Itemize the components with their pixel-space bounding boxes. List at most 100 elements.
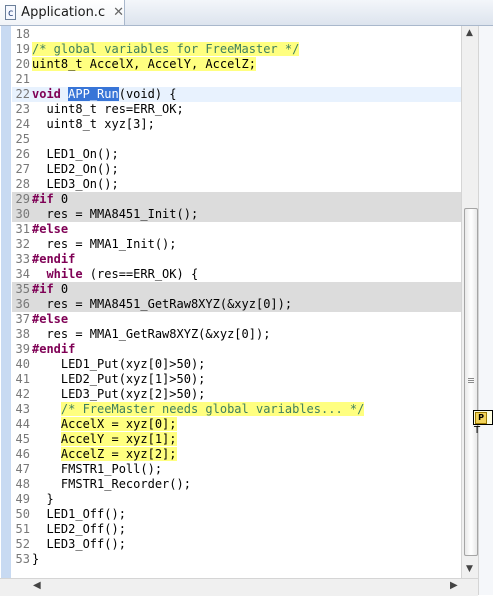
code-line[interactable]: 43 /* FreeMaster needs global variables.… xyxy=(12,402,461,417)
line-number: 38 xyxy=(15,327,30,341)
line-number: 24 xyxy=(15,117,30,131)
code-text: LED2_Put(xyz[1]>50); xyxy=(32,372,206,386)
code-text: #else xyxy=(32,312,69,326)
code-line[interactable]: 46 AccelZ = xyz[2]; xyxy=(12,447,461,462)
code-line[interactable]: 18 xyxy=(12,27,461,42)
scroll-left-icon[interactable]: ◀ xyxy=(33,580,41,591)
code-text: while (res==ERR_OK) { xyxy=(46,267,199,281)
line-number: 33 xyxy=(15,252,30,266)
line-number: 43 xyxy=(15,402,30,416)
code-line[interactable]: 26 LED1_On(); xyxy=(12,147,461,162)
code-line[interactable]: 19/* global variables for FreeMaster */ xyxy=(12,42,461,57)
hover-tooltip: PT xyxy=(473,410,493,436)
code-line[interactable]: 29 #if 0 xyxy=(12,192,461,207)
code-editor[interactable]: 18 19/* global variables for FreeMaster *… xyxy=(0,26,461,578)
scroll-down-icon[interactable]: ▼ xyxy=(466,564,473,574)
line-number: 30 xyxy=(15,207,30,221)
code-line[interactable]: 52 LED3_Off(); xyxy=(12,537,461,552)
code-line[interactable]: 49 } xyxy=(12,492,461,507)
line-number: 45 xyxy=(15,432,30,446)
code-line[interactable]: 40 LED1_Put(xyz[0]>50); xyxy=(12,357,461,372)
code-line[interactable]: 23 uint8_t res=ERR_OK; xyxy=(12,102,461,117)
code-text: #if 0 xyxy=(32,282,69,296)
line-number: 19 xyxy=(15,42,30,56)
code-text: void APP_Run(void) { xyxy=(32,87,177,101)
line-number: 29 xyxy=(15,192,30,206)
code-line[interactable]: 42 LED3_Put(xyz[2]>50); xyxy=(12,387,461,402)
code-text: LED1_Put(xyz[0]>50); xyxy=(32,357,206,371)
code-line[interactable]: 37 #else xyxy=(12,312,461,327)
line-number: 35 xyxy=(15,282,30,296)
line-number: 18 xyxy=(15,27,30,41)
code-text: FMSTR1_Poll(); xyxy=(32,462,163,476)
code-text: #else xyxy=(32,222,69,236)
change-ruler-band xyxy=(1,26,11,578)
code-text: uint8_t AccelX, AccelY, AccelZ; xyxy=(32,57,256,71)
code-line[interactable]: 48 FMSTR1_Recorder(); xyxy=(12,477,461,492)
code-lines[interactable]: 18 19/* global variables for FreeMaster *… xyxy=(12,26,461,578)
code-text: FMSTR1_Recorder(); xyxy=(32,477,191,491)
line-number: 49 xyxy=(15,492,30,506)
code-text: LED2_Off(); xyxy=(32,522,126,536)
code-line[interactable]: 31 #else xyxy=(12,222,461,237)
code-line[interactable]: 53} xyxy=(12,552,461,567)
code-text: } xyxy=(32,552,40,566)
line-number: 42 xyxy=(15,387,30,401)
line-number: 23 xyxy=(15,102,30,116)
code-line[interactable]: 22 void APP_Run(void) { xyxy=(12,87,461,102)
code-text: #if 0 xyxy=(32,192,69,206)
line-number: 31 xyxy=(15,222,30,236)
code-line[interactable]: 30 res = MMA8451_Init(); xyxy=(12,207,461,222)
code-line[interactable]: 45 AccelY = xyz[1]; xyxy=(12,432,461,447)
code-text: LED1_Off(); xyxy=(32,507,126,521)
tab-label: Application.c xyxy=(21,5,106,20)
code-line[interactable]: 20 uint8_t AccelX, AccelY, AccelZ; xyxy=(12,57,461,72)
code-text: /* FreeMaster needs global variables... … xyxy=(60,402,365,416)
vertical-scroll-thumb[interactable] xyxy=(464,208,478,556)
horizontal-scrollbar[interactable]: ◀ ▶ xyxy=(0,578,478,596)
selected-identifier[interactable]: APP_Run xyxy=(68,87,119,101)
scroll-right-icon[interactable]: ▶ xyxy=(450,580,458,591)
grip-line xyxy=(468,378,474,379)
line-number: 32 xyxy=(15,237,30,251)
p-icon: P xyxy=(475,412,487,424)
tab-application-c[interactable]: c Application.c ✕ xyxy=(0,0,125,25)
code-line[interactable]: 28 LED3_On(); xyxy=(12,177,461,192)
line-number: 39 xyxy=(15,342,30,356)
code-line[interactable]: 21 xyxy=(12,72,461,87)
editor-tab-bar: c Application.c ✕ xyxy=(0,0,493,26)
code-text: #endif xyxy=(32,252,76,266)
code-text: res = MMA1_GetRaw8XYZ(&xyz[0]); xyxy=(32,327,271,341)
code-line[interactable]: 50 LED1_Off(); xyxy=(12,507,461,522)
code-line[interactable]: 41 LED2_Put(xyz[1]>50); xyxy=(12,372,461,387)
line-number: 25 xyxy=(15,132,30,146)
line-number: 28 xyxy=(15,177,30,191)
line-number: 27 xyxy=(15,162,30,176)
code-line[interactable]: 24 uint8_t xyz[3]; xyxy=(12,117,461,132)
overview-ruler[interactable] xyxy=(478,26,493,595)
close-icon[interactable]: ✕ xyxy=(113,5,124,20)
vertical-scrollbar[interactable]: ▲ ▼ xyxy=(461,26,479,578)
code-line[interactable]: 34 while (res==ERR_OK) { xyxy=(12,267,461,282)
line-number: 26 xyxy=(15,147,30,161)
code-line[interactable]: 33 #endif xyxy=(12,252,461,267)
code-text: res = MMA8451_Init(); xyxy=(32,207,199,221)
code-text: AccelY = xyz[1]; xyxy=(60,432,177,446)
annotation-ruler xyxy=(0,26,12,578)
line-number: 52 xyxy=(15,537,30,551)
code-line[interactable]: 39 #endif xyxy=(12,342,461,357)
line-number: 44 xyxy=(15,417,30,431)
code-line[interactable]: 25 xyxy=(12,132,461,147)
code-line[interactable]: 36 res = MMA8451_GetRaw8XYZ(&xyz[0]); xyxy=(12,297,461,312)
c-source-file-icon: c xyxy=(5,5,17,20)
code-line[interactable]: 44 AccelX = xyz[0]; xyxy=(12,417,461,432)
code-line[interactable]: 47 FMSTR1_Poll(); xyxy=(12,462,461,477)
scroll-up-icon[interactable]: ▲ xyxy=(466,28,473,38)
code-line[interactable]: 51 LED2_Off(); xyxy=(12,522,461,537)
code-text: LED3_On(); xyxy=(32,177,119,191)
code-line[interactable]: 38 res = MMA1_GetRaw8XYZ(&xyz[0]); xyxy=(12,327,461,342)
code-line[interactable]: 32 res = MMA1_Init(); xyxy=(12,237,461,252)
code-text: uint8_t res=ERR_OK; xyxy=(32,102,184,116)
code-line[interactable]: 27 LED2_On(); xyxy=(12,162,461,177)
code-line[interactable]: 35 #if 0 xyxy=(12,282,461,297)
